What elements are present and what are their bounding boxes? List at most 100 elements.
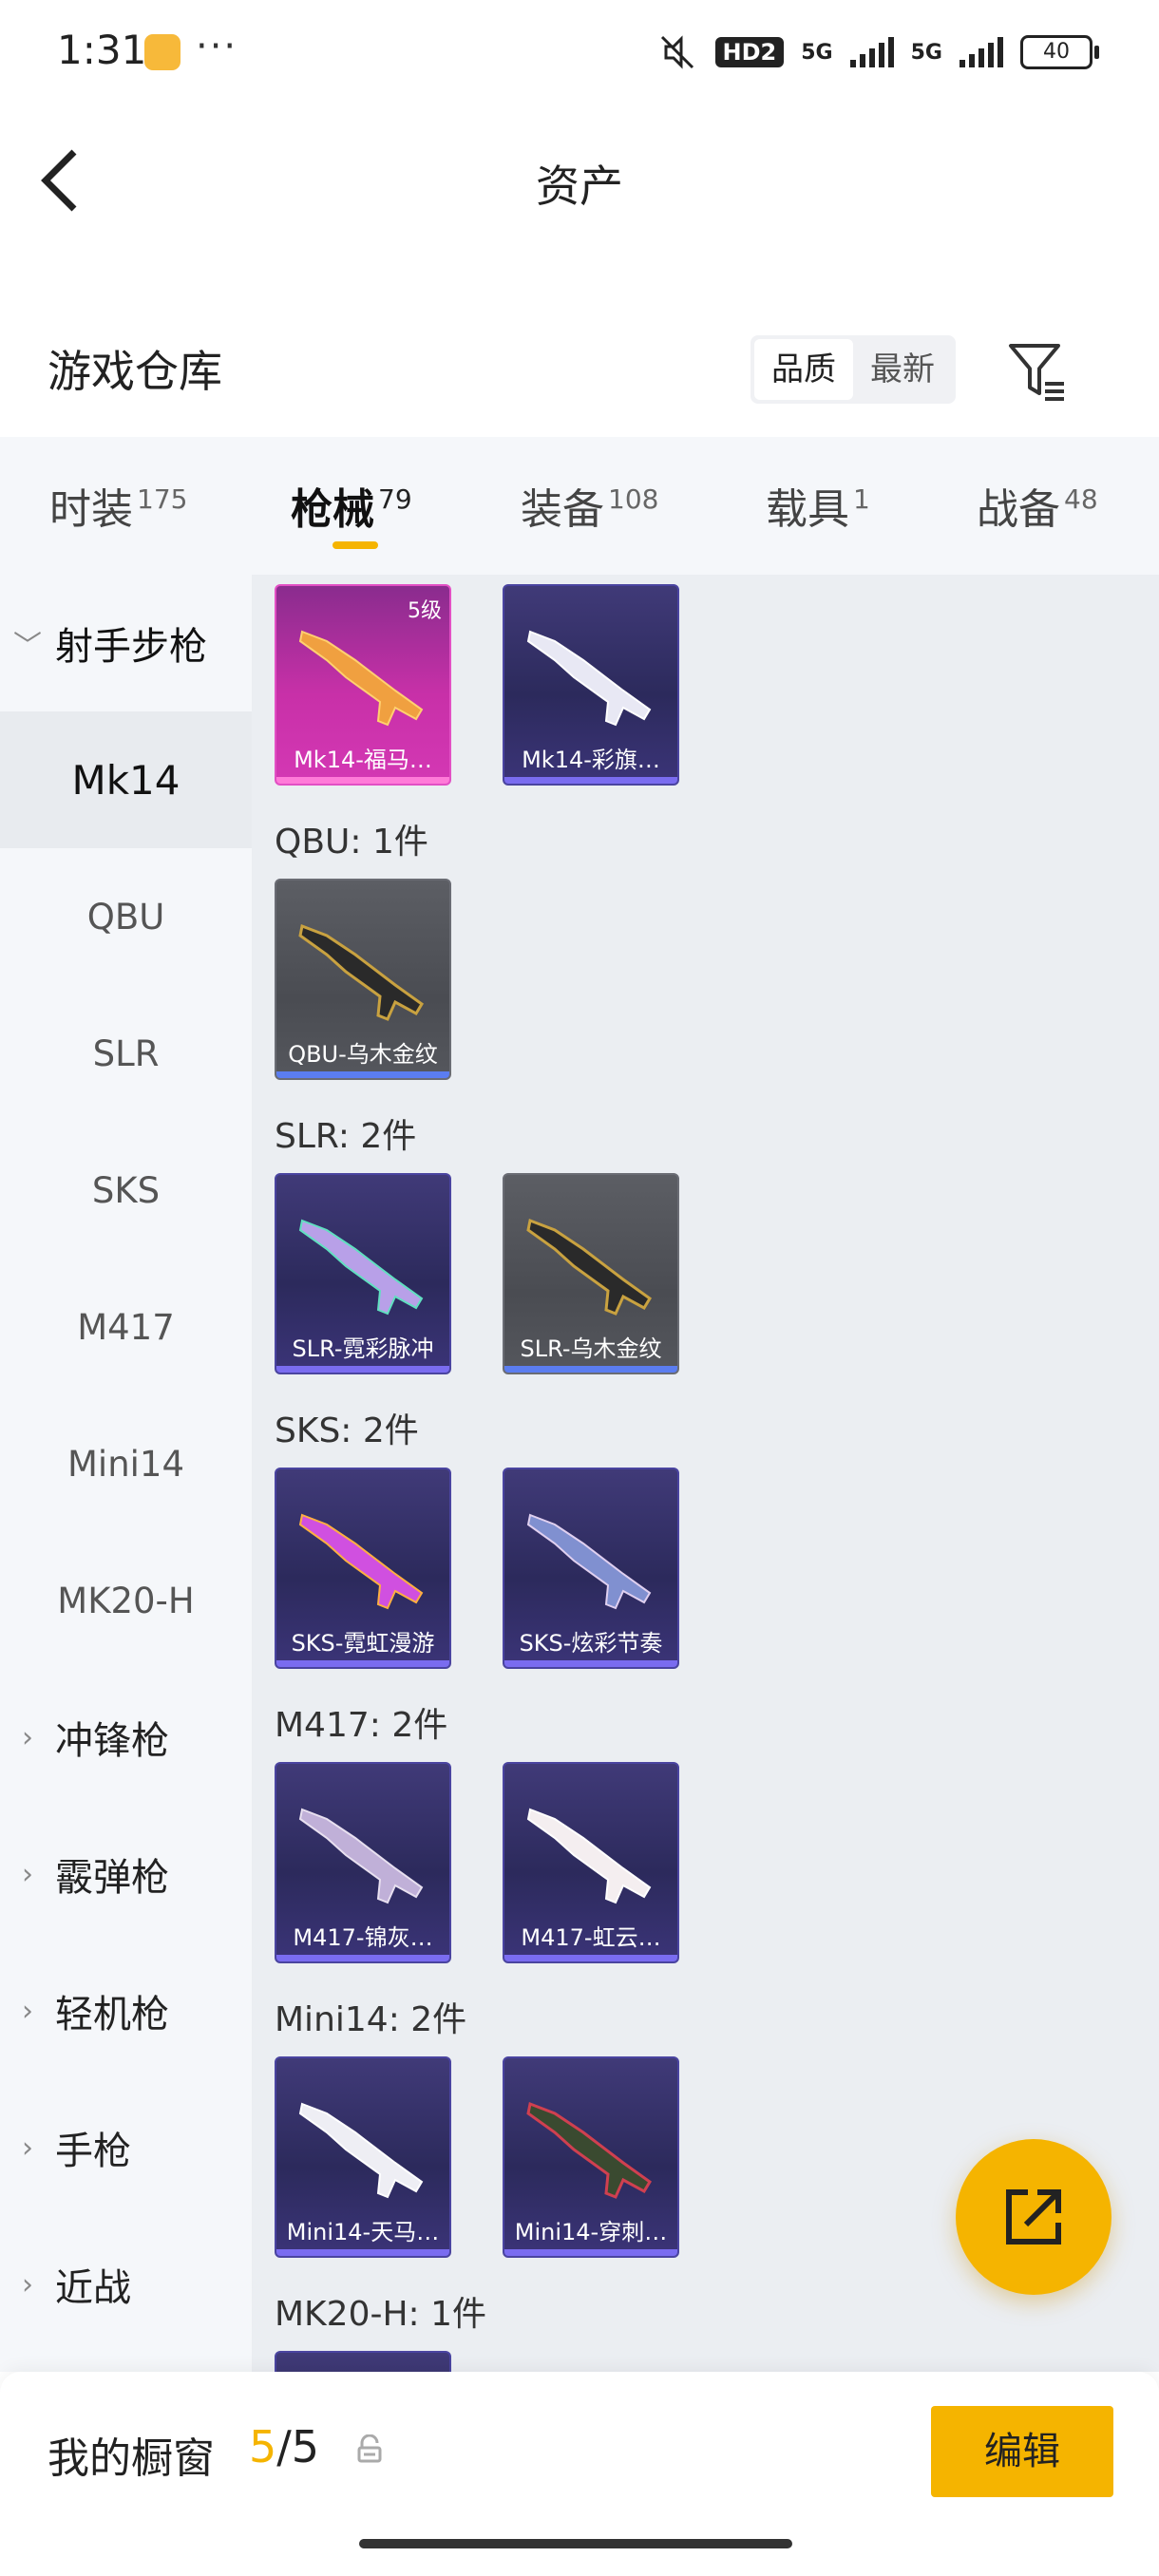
status-indicators: HD2 5G 5G 40	[656, 30, 1099, 74]
showcase-count-current: 5	[249, 2421, 277, 2472]
weapon-card[interactable]: Mini14-天马…	[275, 2056, 451, 2258]
rarity-bar	[276, 2249, 449, 2256]
battery-icon: 40	[1020, 35, 1099, 69]
home-indicator[interactable]	[359, 2539, 792, 2548]
gun-skin-icon	[526, 1513, 652, 1610]
weapon-card[interactable]: SLR-乌木金纹	[503, 1173, 679, 1374]
weapon-name: Mk14-彩旗…	[522, 747, 660, 773]
tab-fashion[interactable]: 时装 175	[49, 475, 187, 536]
sort-latest-option[interactable]: 最新	[853, 339, 952, 400]
showcase-count-separator: /	[276, 2421, 292, 2472]
sidebar-group-label: 轻机枪	[55, 1993, 169, 2036]
rarity-bar	[504, 1955, 677, 1961]
section-label-sks: SKS: 2件	[275, 1411, 419, 1450]
sidebar-item-slr[interactable]: SLR	[0, 985, 252, 1122]
weapon-card[interactable]: SKS-霓虹漫游	[275, 1468, 451, 1669]
sort-quality-option[interactable]: 品质	[754, 339, 853, 400]
hd-voice-badge: HD2	[714, 37, 785, 67]
rarity-bar	[276, 1366, 449, 1373]
tab-vehicles[interactable]: 载具 1	[766, 475, 870, 536]
sidebar-item-mk20h[interactable]: MK20-H	[0, 1532, 252, 1669]
weapon-card[interactable]: Mini14-穿刺…	[503, 2056, 679, 2258]
gun-skin-icon	[298, 1219, 424, 1316]
sidebar-group-label: 霰弹枪	[55, 1856, 169, 1900]
gun-skin-icon	[526, 1218, 652, 1316]
sidebar-group-lmg[interactable]: › 轻机枪	[0, 1942, 252, 2079]
app-notification-icon	[144, 34, 180, 70]
weapon-card[interactable]: 5级 Mk14-福马…	[275, 584, 451, 786]
chevron-right-icon: ›	[22, 1720, 33, 1754]
weapon-name: M417-虹云…	[521, 1924, 661, 1951]
showcase-bottom-bar: 我的橱窗 5/5 编辑	[0, 2372, 1159, 2576]
status-bar: 1:31 ··· HD2 5G 5G 40	[0, 0, 1159, 104]
section-label-slr: SLR: 2件	[275, 1117, 417, 1156]
mute-vibrate-icon	[660, 35, 694, 69]
tab-equipment[interactable]: 装备 108	[521, 475, 658, 536]
showcase-title: 我的橱窗	[48, 2434, 215, 2483]
showcase-count-total: 5	[291, 2421, 320, 2472]
sidebar-item-m417[interactable]: M417	[0, 1259, 252, 1395]
sidebar-group-melee[interactable]: › 近战	[0, 2216, 252, 2353]
weapon-card[interactable]: Mk14-彩旗…	[503, 584, 679, 786]
weapon-name: SLR-霓彩脉冲	[292, 1335, 434, 1362]
share-export-icon	[1006, 2189, 1061, 2245]
warehouse-title: 游戏仓库	[48, 346, 222, 397]
sidebar-group-label: 手枪	[55, 2130, 131, 2173]
category-tabs: 时装 175 枪械 79 装备 108 载具 1 战备 48	[0, 437, 1159, 575]
weapon-card[interactable]: M417-锦灰…	[275, 1762, 451, 1963]
weapon-card[interactable]: QBU-乌木金纹	[275, 879, 451, 1080]
share-button[interactable]	[956, 2139, 1112, 2295]
filter-button[interactable]	[1005, 338, 1072, 405]
weapon-card[interactable]: SKS-炫彩节奏	[503, 1468, 679, 1669]
sidebar-group-label: 冲锋枪	[55, 1719, 169, 1763]
chevron-right-icon: ›	[22, 2267, 33, 2301]
weapon-name: SKS-霓虹漫游	[291, 1630, 435, 1657]
tab-count: 108	[608, 483, 659, 516]
gun-skin-icon	[298, 2102, 424, 2199]
weapon-card[interactable]	[275, 2351, 451, 2372]
weapon-grid: 5级 Mk14-福马… Mk14-彩旗… QBU: 1件 QBU-乌木金纹 SL…	[252, 575, 1159, 2372]
weapon-category-sidebar: ﹀ 射手步枪 Mk14 QBU SLR SKS M417 Mini14 MK20…	[0, 575, 252, 2372]
tab-guns[interactable]: 枪械 79	[291, 475, 412, 536]
tab-count: 1	[853, 483, 870, 516]
weapon-name: M417-锦灰…	[293, 1924, 433, 1951]
weapon-name: Mk14-福马…	[294, 747, 432, 773]
weapon-card[interactable]: M417-虹云…	[503, 1762, 679, 1963]
gun-skin-icon	[526, 1808, 652, 1904]
section-label-qbu: QBU: 1件	[275, 823, 428, 862]
section-label-m417: M417: 2件	[275, 1706, 448, 1745]
sidebar-item-mk14[interactable]: Mk14	[0, 711, 252, 848]
filter-icon	[1009, 344, 1064, 401]
chevron-right-icon: ›	[22, 2131, 33, 2165]
weapon-name: Mini14-天马…	[286, 2219, 440, 2245]
weapon-name: Mini14-穿刺…	[514, 2219, 668, 2245]
showcase-count: 5/5	[249, 2421, 319, 2472]
rarity-bar	[276, 1660, 449, 1667]
more-notifications-icon: ···	[196, 25, 238, 68]
weapon-card[interactable]: SLR-霓彩脉冲	[275, 1173, 451, 1374]
sidebar-item-mini14[interactable]: Mini14	[0, 1395, 252, 1532]
sidebar-group-marksman-rifle[interactable]: ﹀ 射手步枪	[0, 575, 252, 711]
sort-toggle: 品质 最新	[750, 335, 956, 404]
chevron-down-icon: ﹀	[13, 630, 42, 663]
level-badge: 5级	[408, 599, 442, 623]
sidebar-group-label: 近战	[55, 2266, 131, 2310]
sidebar-group-smg[interactable]: › 冲锋枪	[0, 1669, 252, 1806]
tab-battle-gear[interactable]: 战备 48	[977, 475, 1098, 536]
page-title: 资产	[536, 161, 623, 212]
sidebar-group-label: 射手步枪	[55, 625, 207, 669]
rarity-bar	[504, 777, 677, 784]
tab-label: 时装	[49, 485, 133, 534]
rarity-bar	[276, 777, 449, 784]
sidebar-group-shotgun[interactable]: › 霰弹枪	[0, 1806, 252, 1942]
tab-count: 175	[137, 483, 188, 516]
tab-label: 战备	[977, 485, 1060, 534]
tab-count: 48	[1064, 483, 1098, 516]
rarity-bar	[504, 1366, 677, 1373]
sidebar-group-pistol[interactable]: › 手枪	[0, 2079, 252, 2216]
chevron-right-icon: ›	[22, 1857, 33, 1891]
status-time: 1:31	[57, 27, 147, 73]
edit-button[interactable]: 编辑	[931, 2406, 1113, 2497]
sidebar-item-qbu[interactable]: QBU	[0, 848, 252, 985]
sidebar-item-sks[interactable]: SKS	[0, 1122, 252, 1259]
